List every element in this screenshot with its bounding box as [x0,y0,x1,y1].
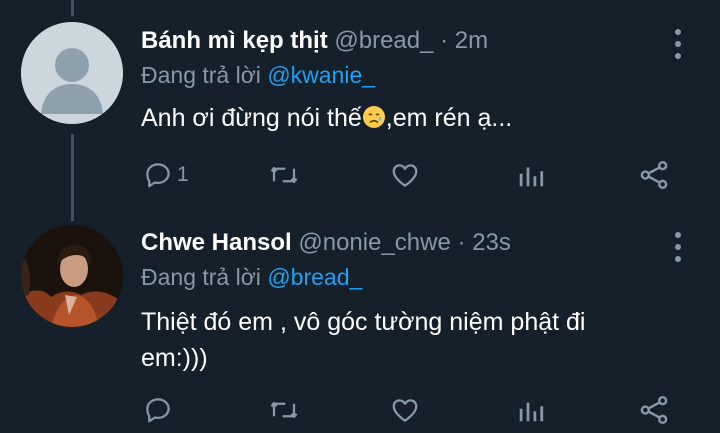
avatar[interactable] [21,22,123,124]
separator: · [457,229,466,256]
avatar[interactable] [21,225,123,327]
mention-link[interactable]: @bread_ [267,264,362,290]
retweet-icon [270,167,298,183]
analytics-icon [519,402,544,422]
display-name[interactable]: Chwe Hansol [141,229,292,256]
share-icon [640,396,668,424]
heart-icon [392,399,418,422]
user-handle[interactable]: @nonie_chwe [298,229,450,256]
like-button[interactable] [389,393,421,427]
tweet-header: Bánh mì kẹp thịt @bread_ · 2m [141,25,488,57]
user-handle[interactable]: @bread_ [334,27,433,54]
share-icon [640,161,668,189]
tweet[interactable]: Chwe Hansol @nonie_chwe · 23s Đang trả l… [0,215,720,433]
tweet-text-part: Anh ơi đừng nói thế [141,104,362,132]
reply-icon [146,398,170,423]
separator: · [440,27,449,54]
share-button[interactable] [638,158,670,192]
mention-link[interactable]: @kwanie_ [267,62,375,88]
reply-button[interactable] [143,393,177,427]
like-button[interactable] [389,158,421,192]
tweet[interactable]: Bánh mì kẹp thịt @bread_ · 2m Đang trả l… [0,0,720,215]
replying-to: Đang trả lời @kwanie_ [141,59,375,91]
tweet-header: Chwe Hansol @nonie_chwe · 23s [141,227,511,259]
profile-photo-icon [21,225,123,327]
timestamp[interactable]: 2m [455,27,488,54]
more-options-icon[interactable] [668,232,688,262]
retweet-button[interactable] [267,158,301,192]
display-name[interactable]: Bánh mì kẹp thịt [141,27,328,54]
timestamp[interactable]: 23s [472,229,511,256]
replying-to-label: Đang trả lời [141,62,261,88]
replying-to-label: Đang trả lời [141,264,261,290]
retweet-button[interactable] [267,393,301,427]
tweet-text: Thiệt đó em , vô góc tường niệm phật đi … [141,304,681,376]
tweet-text-part: ,em rén ạ... [385,104,513,132]
tweet-text-line: Thiệt đó em , vô góc tường niệm phật đi [141,308,586,336]
heart-icon [392,164,418,187]
analytics-button[interactable] [516,158,546,192]
replying-to: Đang trả lời @bread_ [141,261,362,293]
more-options-icon[interactable] [668,29,688,59]
tweet-text-line: em:))) [141,344,208,372]
reply-icon [146,163,170,188]
tweet-text: Anh ơi đừng nói thế ,em rén ạ... [141,100,681,136]
retweet-icon [270,402,298,418]
reply-count: 1 [177,163,189,186]
reply-button[interactable]: 1 [143,158,189,192]
default-avatar-icon [21,22,123,124]
disappointed-relieved-emoji-icon [362,106,385,128]
share-button[interactable] [638,393,670,427]
analytics-button[interactable] [516,393,546,427]
analytics-icon [519,167,544,187]
